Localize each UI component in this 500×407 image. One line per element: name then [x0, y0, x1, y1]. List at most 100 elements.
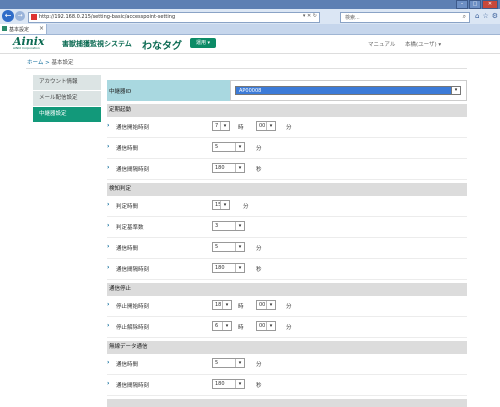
select-value: 5 [215, 360, 219, 366]
window-controls: – □ ✕ [456, 0, 498, 9]
settings-panel: 中継器ID AP00008 ▾ 定期起動 › 通信開始時刻 7 ▾ 時 00 ▾ 分… [107, 80, 467, 407]
setting-row: › 通信間隔時刻 180 ▾ 秒 [107, 159, 467, 180]
tab-basic-settings[interactable]: 基本設定 × [0, 24, 47, 34]
select-value: 5 [215, 244, 219, 250]
select-value: 6 [215, 323, 219, 329]
breadcrumb-separator: > [45, 60, 50, 66]
select-value: 00 [259, 323, 266, 329]
unit-label: 時 [238, 325, 244, 331]
chevron-down-icon: ▾ [235, 264, 244, 272]
setting-row: › 停止解除時刻 6 ▾ 時 00 ▾ 分 [107, 317, 467, 338]
relay-id-select[interactable]: AP00008 ▾ [235, 86, 461, 95]
setting-label: 判定基準数 [116, 225, 144, 231]
section-sensor-data: 無線データ通信 [107, 341, 467, 354]
user-menu[interactable]: 本橋(ユーザ) ▾ [405, 40, 441, 48]
section-stop: 通信停止 [107, 283, 467, 296]
interval-select[interactable]: 180 ▾ [212, 263, 245, 273]
unit-label: 分 [256, 246, 262, 252]
unit-label: 分 [243, 204, 249, 210]
duration-select[interactable]: 5 ▾ [212, 358, 245, 368]
select-value: 180 [215, 381, 225, 387]
home-icon[interactable]: ⌂ [475, 12, 479, 20]
unit-label: 分 [286, 325, 292, 331]
search-icon[interactable]: ⌕ [463, 13, 466, 21]
unit-label: 分 [286, 304, 292, 310]
chevron-down-icon: ▾ [220, 122, 229, 130]
setting-label: 通信間隔時刻 [116, 267, 150, 273]
back-icon[interactable]: ← [2, 10, 14, 22]
chevron-down-icon: ▾ [266, 322, 275, 330]
close-icon[interactable]: ✕ [482, 0, 498, 9]
relay-id-value: AP00008 [239, 88, 262, 94]
duration-select[interactable]: 5 ▾ [212, 242, 245, 252]
section-detect: 検知判定 [107, 183, 467, 196]
select-value: 00 [259, 123, 266, 129]
chevron-down-icon: ▾ [451, 87, 460, 94]
setting-row: › 通信間隔時刻 180 ▾ 秒 [107, 375, 467, 396]
select-value: 18 [215, 302, 222, 308]
minimize-icon[interactable]: – [456, 0, 468, 9]
chevron-right-icon: › [107, 143, 110, 150]
judge-time-select[interactable]: 15 ▾ [212, 200, 230, 210]
interval-select[interactable]: 180 ▾ [212, 163, 245, 173]
maximize-icon[interactable]: □ [469, 0, 481, 9]
tab-bar: 基本設定 × [0, 24, 500, 35]
breadcrumb-current: 基本設定 [51, 60, 74, 66]
browser-toolbar: ← → http://192.168.0.215/setting-basic/a… [0, 9, 500, 25]
tab-label: 基本設定 [9, 27, 30, 33]
chevron-right-icon: › [107, 243, 110, 250]
select-value: 180 [215, 165, 225, 171]
duration-select[interactable]: 5 ▾ [212, 142, 245, 152]
refresh-icon[interactable]: ▾ ✕ ↻ [303, 13, 317, 19]
forward-icon[interactable]: → [15, 11, 25, 21]
unit-label: 分 [286, 125, 292, 131]
favorites-icon[interactable]: ☆ [482, 12, 488, 20]
logo-subtitle: AINIX Corporation [13, 46, 40, 50]
breadcrumb-home[interactable]: ホーム [27, 60, 43, 66]
manual-link[interactable]: マニュアル [368, 40, 395, 48]
select-value: 7 [215, 123, 219, 129]
sidebar-item-relay[interactable]: 中継器設定 [33, 107, 101, 123]
select-value: 5 [215, 144, 219, 150]
interval-select[interactable]: 180 ▾ [212, 379, 245, 389]
minute-select[interactable]: 00 ▾ [256, 121, 276, 131]
unit-label: 時 [238, 304, 244, 310]
chevron-down-icon: ▾ [266, 122, 275, 130]
setting-label: 通信時間 [116, 362, 139, 368]
setting-label: 通信時間 [116, 146, 139, 152]
browser-search-input[interactable]: 検索... ⌕ [340, 12, 470, 23]
unit-label: 分 [256, 362, 262, 368]
unit-label: 秒 [256, 267, 262, 273]
toolbar-icons: ⌂ ☆ ⚙ [475, 12, 498, 20]
select-value: 00 [259, 302, 266, 308]
chevron-down-icon: ▾ [235, 380, 244, 388]
setting-row: › 通信時間 5 ▾ 分 [107, 138, 467, 159]
chevron-down-icon: ▾ [235, 143, 244, 151]
address-url: http://192.168.0.215/setting-basic/acces… [39, 14, 176, 20]
minute-select[interactable]: 00 ▾ [256, 300, 276, 310]
unit-label: 分 [256, 146, 262, 152]
sidebar-item-mail[interactable]: メール配信設定 [33, 91, 101, 107]
hour-select[interactable]: 18 ▾ [212, 300, 232, 310]
minute-select[interactable]: 00 ▾ [256, 321, 276, 331]
operation-dropdown-button[interactable]: 運用 ▾ [190, 38, 216, 48]
relay-id-label: 中継器ID [109, 89, 132, 95]
section-periodic: 定期起動 [107, 104, 467, 117]
page-favicon-icon [31, 14, 37, 20]
hour-select[interactable]: 6 ▾ [212, 321, 232, 331]
section-next [107, 399, 467, 407]
unit-label: 時 [238, 125, 244, 131]
chevron-down-icon: ▾ [222, 301, 231, 309]
setting-row: › 停止開始時刻 18 ▾ 時 00 ▾ 分 [107, 296, 467, 317]
address-bar[interactable]: http://192.168.0.215/setting-basic/acces… [28, 12, 320, 23]
tab-close-icon[interactable]: × [39, 25, 44, 32]
judge-count-select[interactable]: 3 ▾ [212, 221, 245, 231]
chevron-right-icon: › [107, 322, 110, 329]
chevron-down-icon: ▾ [235, 222, 244, 230]
sidebar-item-account[interactable]: アカウント情報 [33, 75, 101, 91]
relay-id-cell: AP00008 ▾ [230, 80, 467, 101]
system-name: 害獣捕獲監視システム [62, 40, 132, 48]
setting-label: 通信開始時刻 [116, 125, 150, 131]
hour-select[interactable]: 7 ▾ [212, 121, 230, 131]
gear-icon[interactable]: ⚙ [492, 12, 498, 20]
